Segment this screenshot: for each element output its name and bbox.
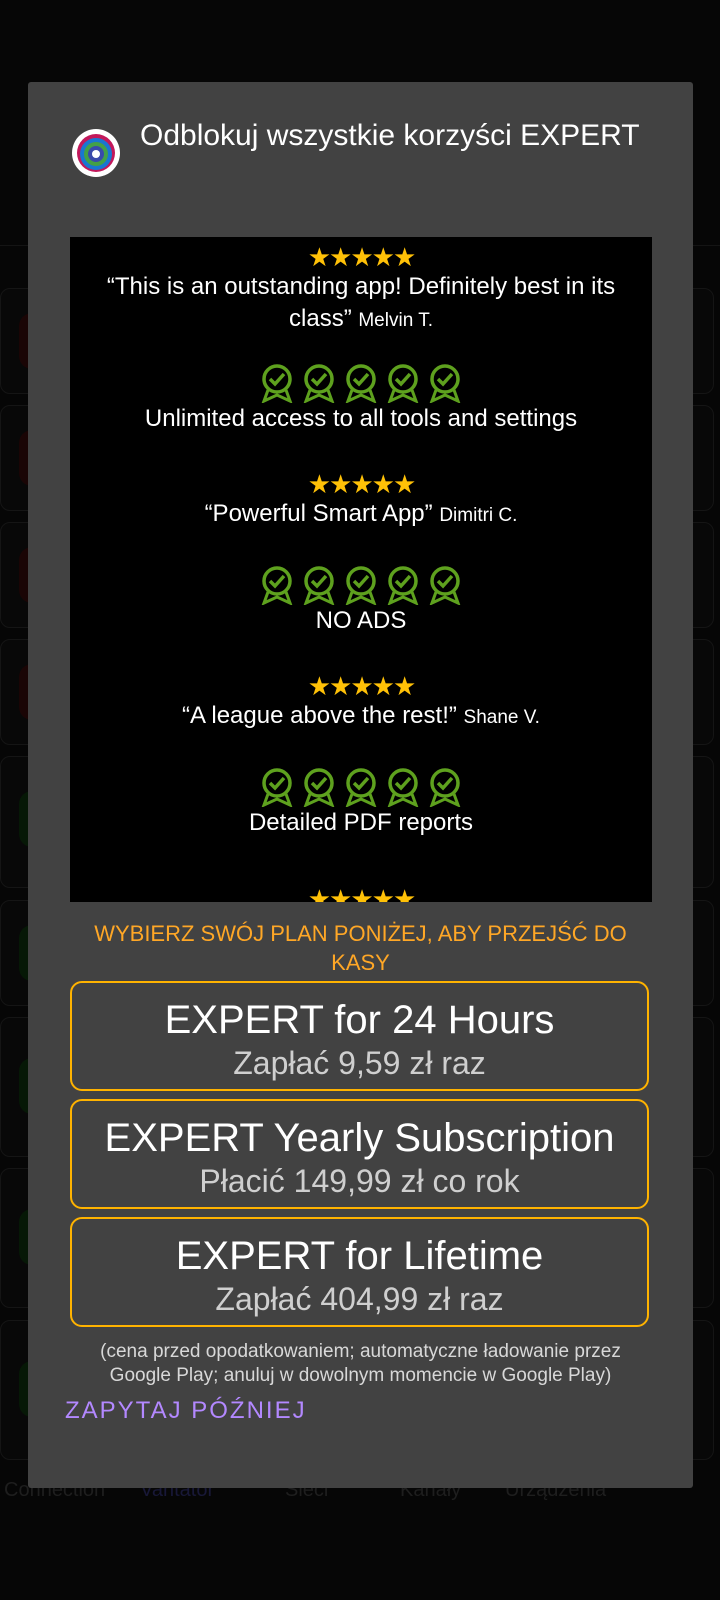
choose-plan-text: WYBIERZ SWÓJ PLAN PONIŻEJ, ABY PRZEJŚĆ D… bbox=[94, 921, 627, 975]
review-quote: “A league above the rest!” Shane V. bbox=[182, 702, 540, 729]
feature-item: Unlimited access to all tools and settin… bbox=[70, 363, 652, 435]
rating-stars: ★★★★★ bbox=[307, 469, 417, 499]
review-item: ★★★★★ “A league above the rest!” Shane V… bbox=[70, 672, 652, 734]
dialog-title: Odblokuj wszystkie korzyści EXPERT bbox=[140, 119, 640, 152]
review-quote: “This is an outstanding app! Definitely … bbox=[106, 273, 616, 332]
award-badge-icon bbox=[385, 565, 421, 605]
award-badge-icon bbox=[259, 363, 295, 403]
review-item-partial: ★★★★★ bbox=[70, 885, 652, 902]
review-quote: “Powerful Smart App” Dimitri C. bbox=[204, 500, 518, 527]
feature-text: Detailed PDF reports bbox=[248, 809, 474, 836]
award-badge-icon bbox=[427, 363, 463, 403]
review-author: Melvin T. bbox=[358, 310, 433, 331]
feature-item: NO ADS bbox=[70, 565, 652, 637]
rating-stars: ★★★★★ bbox=[307, 884, 417, 902]
plan-price: Zapłać 9,59 zł raz bbox=[233, 1045, 486, 1081]
badge-row bbox=[70, 767, 652, 807]
ask-later-button[interactable]: ZAPYTAJ PÓŹNIEJ bbox=[65, 1397, 307, 1425]
rating-stars: ★★★★★ bbox=[307, 242, 417, 272]
plan-price: Płacić 149,99 zł co rok bbox=[199, 1163, 520, 1199]
plan-yearly-button[interactable]: EXPERT Yearly Subscription Płacić 149,99… bbox=[70, 1099, 649, 1209]
award-badge-icon bbox=[343, 363, 379, 403]
plan-24-hours-button[interactable]: EXPERT for 24 Hours Zapłać 9,59 zł raz bbox=[70, 981, 649, 1091]
badge-row bbox=[70, 363, 652, 403]
award-badge-icon bbox=[343, 767, 379, 807]
review-item: ★★★★★ “Powerful Smart App” Dimitri C. bbox=[70, 470, 652, 532]
award-badge-icon bbox=[301, 767, 337, 807]
review-item: ★★★★★ “This is an outstanding app! Defin… bbox=[70, 243, 652, 337]
award-badge-icon bbox=[301, 363, 337, 403]
award-badge-icon bbox=[301, 565, 337, 605]
plan-title: EXPERT for Lifetime bbox=[175, 1234, 544, 1278]
plan-lifetime-button[interactable]: EXPERT for Lifetime Zapłać 404,99 zł raz bbox=[70, 1217, 649, 1327]
award-badge-icon bbox=[385, 363, 421, 403]
plan-title: EXPERT for 24 Hours bbox=[164, 998, 555, 1042]
feature-text: Unlimited access to all tools and settin… bbox=[144, 405, 578, 432]
feature-item: Detailed PDF reports bbox=[70, 767, 652, 839]
promo-carousel[interactable]: ★★★★★ “This is an outstanding app! Defin… bbox=[70, 237, 652, 902]
review-author: Shane V. bbox=[463, 707, 540, 728]
award-badge-icon bbox=[259, 565, 295, 605]
award-badge-icon bbox=[343, 565, 379, 605]
award-badge-icon bbox=[427, 565, 463, 605]
app-logo-icon bbox=[72, 129, 120, 177]
rating-stars: ★★★★★ bbox=[307, 671, 417, 701]
award-badge-icon bbox=[385, 767, 421, 807]
plan-title: EXPERT Yearly Subscription bbox=[104, 1116, 615, 1160]
feature-text: NO ADS bbox=[315, 607, 407, 634]
upgrade-dialog: Odblokuj wszystkie korzyści EXPERT ★★★★★… bbox=[28, 82, 693, 1488]
award-badge-icon bbox=[427, 767, 463, 807]
pricing-footnote: (cena przed opodatkowaniem; automatyczne… bbox=[100, 1341, 621, 1386]
plan-price: Zapłać 404,99 zł raz bbox=[215, 1281, 504, 1317]
badge-row bbox=[70, 565, 652, 605]
award-badge-icon bbox=[259, 767, 295, 807]
review-author: Dimitri C. bbox=[439, 505, 518, 526]
